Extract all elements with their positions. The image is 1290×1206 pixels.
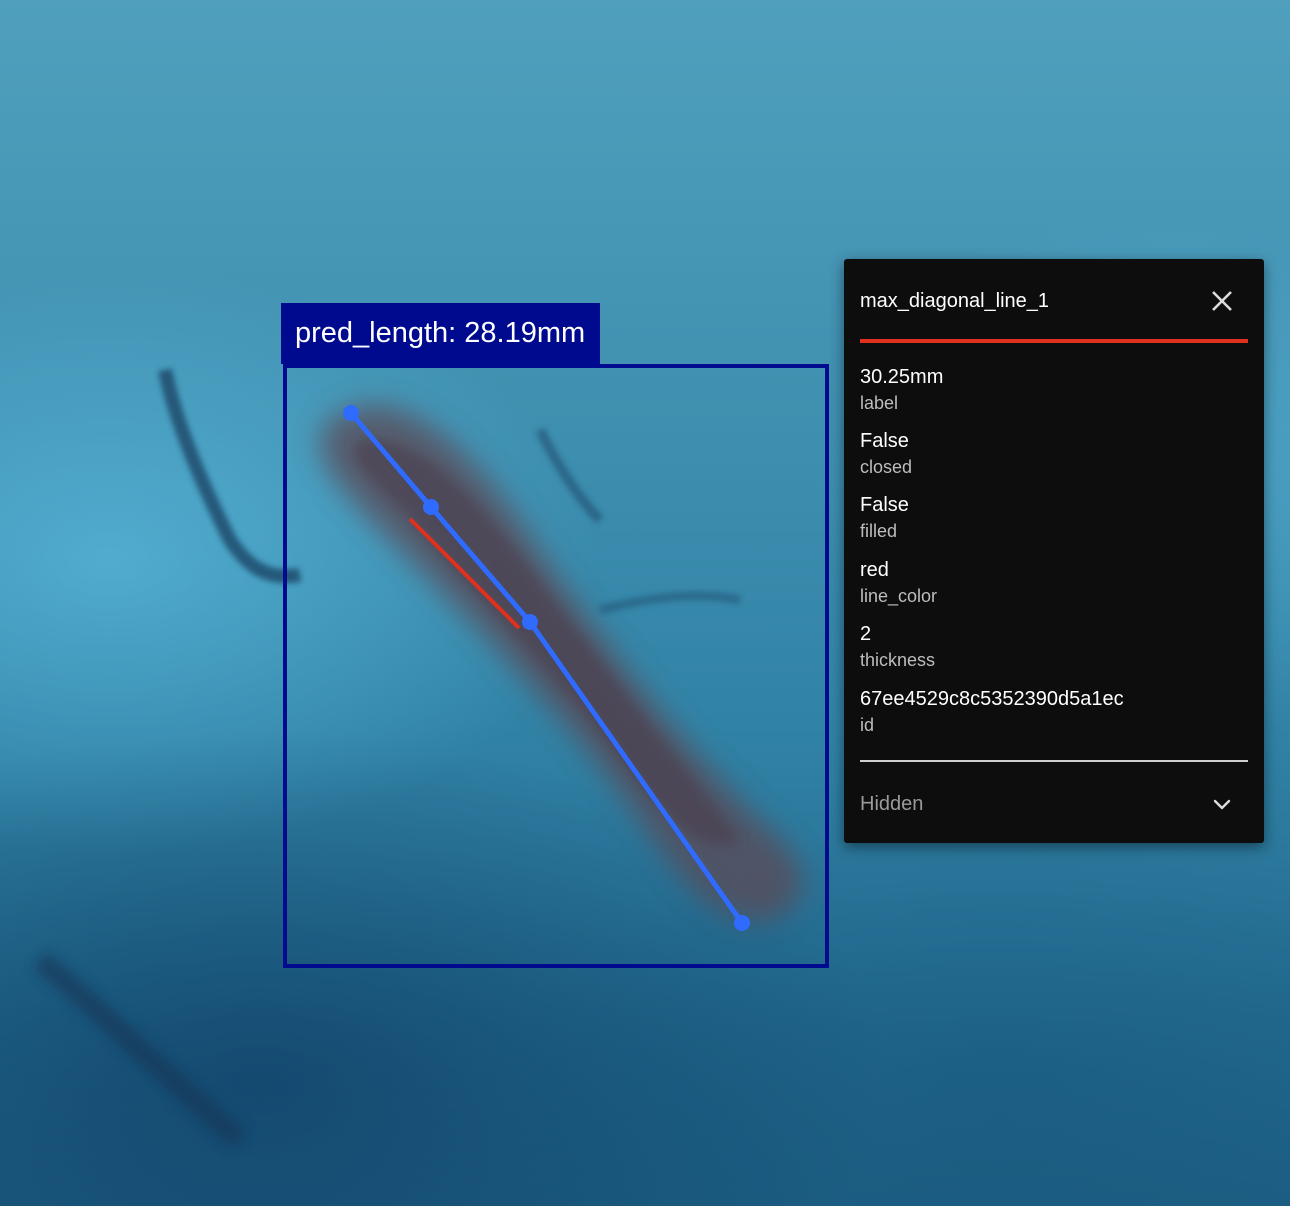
property-label: 30.25mm label (860, 363, 1248, 415)
close-icon (1212, 291, 1232, 311)
property-key: id (860, 715, 875, 735)
strand-left (158, 368, 302, 584)
property-key: thickness (860, 650, 936, 670)
property-value: red (860, 559, 889, 581)
property-value: 30.25mm (860, 366, 944, 388)
section-divider (860, 760, 1248, 762)
chevron-down-icon (1213, 799, 1231, 810)
property-value: False (860, 430, 909, 452)
property-line-color: red line_color (860, 556, 1248, 608)
property-key: filled (860, 521, 898, 541)
detection-label: pred_length: 28.19mm (281, 303, 601, 364)
property-value: False (860, 494, 909, 516)
property-value: 67ee4529c8c5352390d5a1ec (860, 688, 1124, 710)
annotation-details-panel: max_diagonal_line_1 30.25mm label False … (844, 259, 1264, 843)
property-thickness: 2 thickness (860, 620, 1248, 672)
strand-bottom-left (32, 951, 248, 1149)
close-button[interactable] (1206, 285, 1238, 317)
property-filled: False filled (860, 491, 1248, 543)
image-viewer[interactable]: pred_length: 28.19mm max_diagonal_line_1… (0, 0, 1290, 1206)
accent-divider (860, 339, 1248, 343)
hidden-section-toggle[interactable]: Hidden (860, 787, 1248, 821)
hidden-section-label: Hidden (860, 793, 924, 815)
panel-title: max_diagonal_line_1 (860, 290, 1050, 312)
property-key: line_color (860, 586, 938, 606)
property-key: closed (860, 457, 913, 477)
property-id: 67ee4529c8c5352390d5a1ec id (860, 685, 1248, 737)
property-value: 2 (860, 623, 872, 645)
property-closed: False closed (860, 427, 1248, 479)
property-key: label (860, 393, 899, 413)
detection-bounding-box[interactable] (283, 364, 829, 968)
